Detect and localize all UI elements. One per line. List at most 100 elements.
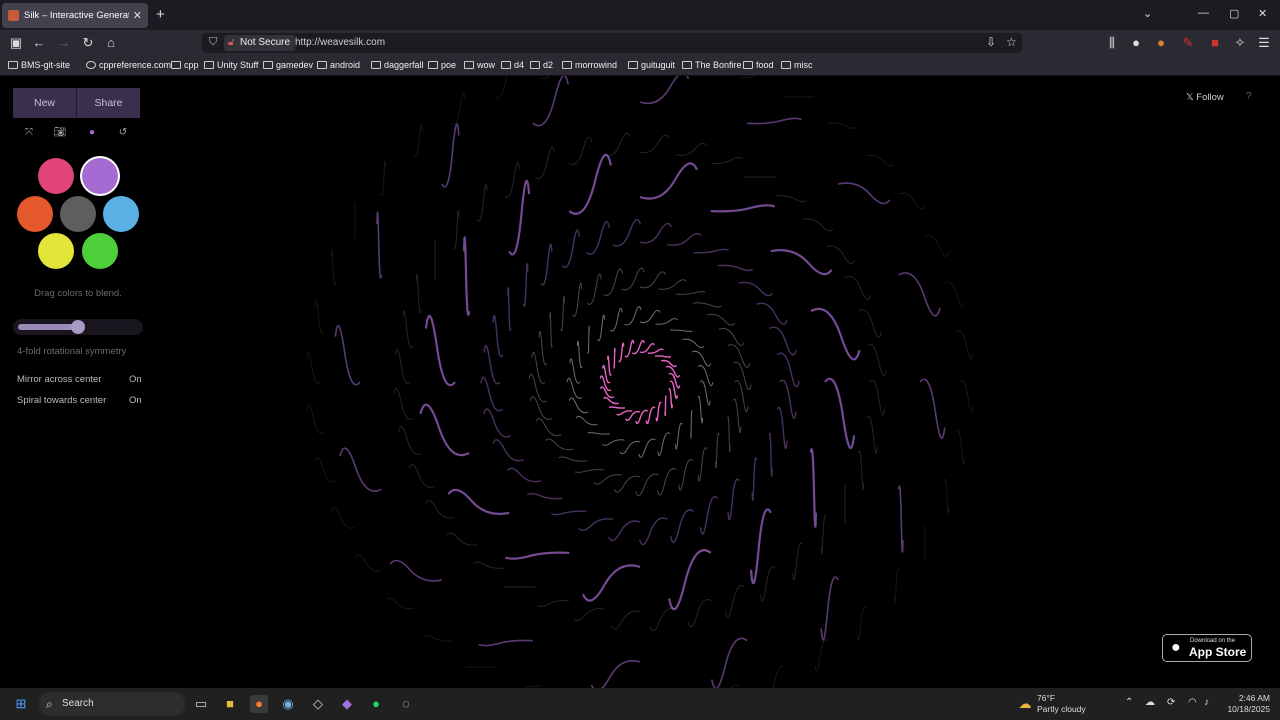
silk-strand [866, 154, 895, 167]
color-swatch-blue[interactable] [103, 196, 139, 232]
close-tab-icon[interactable]: ✕ [133, 9, 142, 22]
silk-strand [711, 156, 743, 165]
bookmark-item[interactable]: cpp [171, 60, 199, 70]
mirror-toggle[interactable]: On [129, 374, 142, 385]
bookmark-item[interactable]: poe [428, 60, 456, 70]
install-app-icon[interactable]: ⇩ [986, 35, 996, 49]
bookmark-item[interactable]: food [743, 60, 774, 70]
silk-canvas[interactable] [0, 76, 1280, 688]
silk-strand [768, 326, 797, 356]
camera-icon[interactable]: 📷︎ [53, 127, 67, 139]
silk-strand [587, 325, 590, 354]
silk-strand [638, 517, 668, 546]
extension-m-icon[interactable]: ● [1128, 35, 1144, 50]
menu-icon[interactable]: ☰ [1256, 35, 1272, 51]
visual-studio-icon[interactable]: ◆ [338, 695, 356, 713]
help-button[interactable]: ? [1246, 91, 1252, 102]
steam-icon[interactable]: ◉ [279, 695, 297, 713]
extension-pen-icon[interactable]: ✎ [1180, 35, 1196, 51]
weather-icon[interactable]: ☁ [1016, 695, 1034, 713]
new-tab-button[interactable]: + [156, 6, 165, 23]
onedrive-icon[interactable]: ☁ [1145, 697, 1155, 708]
taskbar-search[interactable]: ⌕ Search [39, 692, 185, 716]
color-swatch-orange[interactable] [17, 196, 53, 232]
silk-strand [545, 438, 573, 451]
bookmark-item[interactable]: BMS-git-site [8, 60, 70, 70]
forward-arrow-icon[interactable]: → [56, 35, 72, 50]
bookmark-item[interactable]: morrowind [562, 60, 617, 70]
shield-icon[interactable]: ⛉ [209, 36, 217, 49]
home-icon[interactable]: ⌂ [103, 35, 119, 50]
color-dot-icon[interactable]: ● [85, 127, 99, 139]
bookmark-star-icon[interactable]: ☆ [1006, 35, 1017, 49]
clock[interactable]: 2:46 AM 10/18/2025 [1220, 693, 1270, 715]
tab-silk[interactable]: Silk – Interactive Generative Art ✕ [2, 3, 148, 28]
bookmark-item[interactable]: The Bonfire [682, 60, 742, 70]
spiral-option-label[interactable]: Spiral towards center [17, 395, 106, 406]
url-text[interactable]: http://weavesilk.com [295, 37, 385, 48]
silk-strand [551, 510, 587, 516]
silk-strand [639, 222, 673, 244]
silk-strand [476, 183, 488, 222]
close-window-button[interactable]: ✕ [1258, 7, 1267, 20]
volume-icon[interactable]: ♪ [1204, 697, 1209, 708]
bookmark-item[interactable]: misc [781, 60, 813, 70]
undo-icon[interactable]: ↺ [116, 127, 130, 139]
extension-badge-icon[interactable]: ■ [1207, 35, 1223, 50]
security-indicator[interactable]: 🔓︎ Not Secure [224, 35, 296, 51]
silk-strand [776, 406, 788, 450]
spotify-icon[interactable]: ● [367, 695, 385, 713]
extensions-puzzle-icon[interactable]: ✧ [1232, 35, 1248, 51]
color-swatch-yellow[interactable] [38, 233, 74, 269]
silk-strand [612, 218, 642, 247]
wifi-icon[interactable]: ◠ [1188, 697, 1197, 708]
unity-icon[interactable]: ◇ [309, 695, 327, 713]
new-button[interactable]: New [13, 88, 77, 118]
app-notification-icon[interactable]: ◌ [397, 695, 415, 713]
bookmark-item[interactable]: d2 [530, 60, 553, 70]
weather-widget[interactable]: 76°F Partly cloudy [1037, 693, 1086, 715]
fullscreen-icon[interactable]: ⤧ [22, 127, 36, 139]
folder-icon [464, 61, 474, 69]
app-store-badge[interactable]: ● Download on the App Store [1162, 634, 1252, 662]
minimize-button[interactable]: — [1198, 7, 1209, 19]
symmetry-slider-knob[interactable] [71, 320, 85, 334]
firefox-icon[interactable]: ● [250, 695, 268, 713]
maximize-button[interactable]: ▢ [1229, 7, 1239, 20]
bookmark-item[interactable]: guituguit [628, 60, 675, 70]
task-view-icon[interactable]: ▭ [192, 695, 210, 713]
reload-icon[interactable]: ↻ [80, 35, 96, 51]
library-icon[interactable]: ⫼ [1104, 35, 1120, 51]
color-swatch-gray[interactable] [60, 196, 96, 232]
silk-strand [639, 134, 669, 154]
silk-strand [609, 307, 623, 332]
list-tabs-chevron-icon[interactable]: ⌄ [1143, 7, 1152, 20]
bookmark-item[interactable]: android [317, 60, 360, 70]
bookmark-item[interactable]: cppreference.com [86, 60, 171, 70]
extension-shield-icon[interactable]: ● [1153, 35, 1169, 50]
sync-icon[interactable]: ⟳ [1167, 697, 1175, 708]
silk-strand [866, 415, 878, 454]
share-button[interactable]: Share [77, 88, 140, 118]
file-explorer-icon[interactable]: ■ [221, 695, 239, 713]
silk-strand [494, 76, 508, 99]
windows-start-icon[interactable]: ⊞ [12, 695, 30, 713]
spiral-toggle[interactable]: On [129, 395, 142, 406]
symmetry-slider[interactable] [13, 319, 143, 335]
color-swatch-purple[interactable] [82, 158, 118, 194]
bookmark-item[interactable]: daggerfall [371, 60, 424, 70]
url-bar[interactable]: ⛉ 🔓︎ Not Secure http://weavesilk.com ⇩ ☆ [202, 33, 1022, 53]
bookmark-item[interactable]: wow [464, 60, 495, 70]
silk-strand [944, 281, 966, 308]
bookmark-item[interactable]: Unity Stuff [204, 60, 258, 70]
color-swatch-green[interactable] [82, 233, 118, 269]
mirror-option-label[interactable]: Mirror across center [17, 374, 101, 385]
back-arrow-icon[interactable]: ← [31, 35, 47, 50]
color-swatch-pink[interactable] [38, 158, 74, 194]
silk-strand [675, 142, 707, 156]
sidebar-icon[interactable]: ▣ [8, 35, 24, 51]
tray-chevron-icon[interactable]: ⌃ [1125, 697, 1133, 708]
follow-button[interactable]: 𝕏 Follow [1186, 92, 1224, 103]
bookmark-item[interactable]: gamedev [263, 60, 313, 70]
bookmark-item[interactable]: d4 [501, 60, 524, 70]
